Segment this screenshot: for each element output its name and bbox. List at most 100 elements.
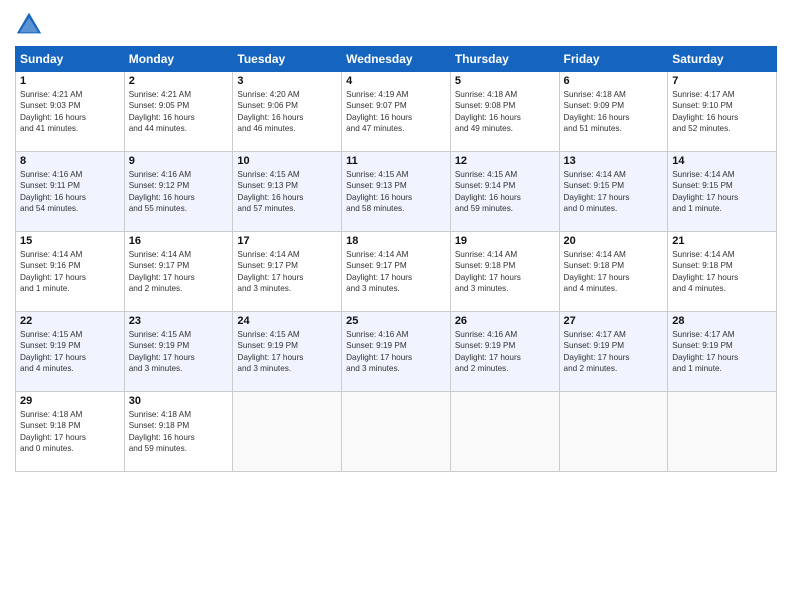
logo-icon [15, 10, 43, 38]
calendar-cell: 15Sunrise: 4:14 AM Sunset: 9:16 PM Dayli… [16, 232, 125, 312]
calendar-cell: 27Sunrise: 4:17 AM Sunset: 9:19 PM Dayli… [559, 312, 668, 392]
day-number: 10 [237, 155, 337, 167]
weekday-header-saturday: Saturday [668, 47, 777, 72]
cell-text: Sunrise: 4:15 AM Sunset: 9:19 PM Dayligh… [237, 329, 337, 375]
day-number: 17 [237, 235, 337, 247]
cell-text: Sunrise: 4:15 AM Sunset: 9:13 PM Dayligh… [346, 169, 446, 215]
calendar-cell: 14 Sunrise: 4:14 AM Sunset: 9:15 PM Dayli… [668, 152, 777, 232]
cell-text: Sunrise: 4:19 AM Sunset: 9:07 PM Dayligh… [346, 89, 446, 135]
cell-text: Sunrise: 4:15 AM Sunset: 9:13 PM Dayligh… [237, 169, 337, 215]
cell-text: Sunrise: 4:21 AM Sunset: 9:05 PM Dayligh… [129, 89, 229, 135]
day-number: 4 [346, 75, 446, 87]
cell-text: Sunrise: 4:15 AM Sunset: 9:19 PM Dayligh… [20, 329, 120, 375]
day-number: 23 [129, 315, 229, 327]
calendar-cell: 30 Sunrise: 4:18 AM Sunset: 9:18 PM Dayli… [124, 392, 233, 472]
cell-text: Sunrise: 4:14 AM Sunset: 9:18 PM Dayligh… [672, 249, 772, 295]
cell-text: Sunrise: 4:18 AM Sunset: 9:18 PM Dayligh… [129, 409, 229, 455]
cell-text: Sunrise: 4:17 AM Sunset: 9:19 PM Dayligh… [564, 329, 664, 375]
cell-text: Sunrise: 4:18 AM Sunset: 9:08 PM Dayligh… [455, 89, 555, 135]
calendar-cell: 11Sunrise: 4:15 AM Sunset: 9:13 PM Dayli… [342, 152, 451, 232]
calendar-cell [450, 392, 559, 472]
calendar-cell: 4 Sunrise: 4:19 AM Sunset: 9:07 PM Daylig… [342, 72, 451, 152]
cell-text: Sunrise: 4:16 AM Sunset: 9:12 PM Dayligh… [129, 169, 229, 215]
calendar-cell: 25 Sunrise: 4:16 AM Sunset: 9:19 PM Dayli… [342, 312, 451, 392]
day-number: 2 [129, 75, 229, 87]
calendar-cell: 7 Sunrise: 4:17 AM Sunset: 9:10 PM Daylig… [668, 72, 777, 152]
day-number: 15 [20, 235, 120, 247]
header [15, 10, 777, 38]
cell-text: Sunrise: 4:14 AM Sunset: 9:17 PM Dayligh… [129, 249, 229, 295]
calendar-cell: 18 Sunrise: 4:14 AM Sunset: 9:17 PM Dayli… [342, 232, 451, 312]
week-row-4: 29 Sunrise: 4:18 AM Sunset: 9:18 PM Dayli… [16, 392, 777, 472]
day-number: 30 [129, 395, 229, 407]
cell-text: Sunrise: 4:16 AM Sunset: 9:19 PM Dayligh… [346, 329, 446, 375]
weekday-header-wednesday: Wednesday [342, 47, 451, 72]
day-number: 21 [672, 235, 772, 247]
day-number: 5 [455, 75, 555, 87]
day-number: 13 [564, 155, 664, 167]
day-number: 29 [20, 395, 120, 407]
cell-text: Sunrise: 4:18 AM Sunset: 9:18 PM Dayligh… [20, 409, 120, 455]
calendar-table: SundayMondayTuesdayWednesdayThursdayFrid… [15, 46, 777, 472]
weekday-header-sunday: Sunday [16, 47, 125, 72]
calendar-cell: 9Sunrise: 4:16 AM Sunset: 9:12 PM Daylig… [124, 152, 233, 232]
calendar-cell: 12Sunrise: 4:15 AM Sunset: 9:14 PM Dayli… [450, 152, 559, 232]
day-number: 18 [346, 235, 446, 247]
week-row-1: 8 Sunrise: 4:16 AM Sunset: 9:11 PM Daylig… [16, 152, 777, 232]
calendar-cell [559, 392, 668, 472]
weekday-header-row: SundayMondayTuesdayWednesdayThursdayFrid… [16, 47, 777, 72]
day-number: 28 [672, 315, 772, 327]
week-row-0: 1 Sunrise: 4:21 AM Sunset: 9:03 PM Daylig… [16, 72, 777, 152]
cell-text: Sunrise: 4:14 AM Sunset: 9:18 PM Dayligh… [455, 249, 555, 295]
day-number: 7 [672, 75, 772, 87]
calendar-cell: 8 Sunrise: 4:16 AM Sunset: 9:11 PM Daylig… [16, 152, 125, 232]
day-number: 3 [237, 75, 337, 87]
calendar-cell: 22 Sunrise: 4:15 AM Sunset: 9:19 PM Dayli… [16, 312, 125, 392]
calendar-cell: 16 Sunrise: 4:14 AM Sunset: 9:17 PM Dayli… [124, 232, 233, 312]
week-row-2: 15Sunrise: 4:14 AM Sunset: 9:16 PM Dayli… [16, 232, 777, 312]
week-row-3: 22 Sunrise: 4:15 AM Sunset: 9:19 PM Dayli… [16, 312, 777, 392]
calendar-cell: 23 Sunrise: 4:15 AM Sunset: 9:19 PM Dayli… [124, 312, 233, 392]
day-number: 1 [20, 75, 120, 87]
cell-text: Sunrise: 4:17 AM Sunset: 9:19 PM Dayligh… [672, 329, 772, 375]
cell-text: Sunrise: 4:14 AM Sunset: 9:17 PM Dayligh… [346, 249, 446, 295]
cell-text: Sunrise: 4:14 AM Sunset: 9:17 PM Dayligh… [237, 249, 337, 295]
cell-text: Sunrise: 4:20 AM Sunset: 9:06 PM Dayligh… [237, 89, 337, 135]
calendar-cell: 29 Sunrise: 4:18 AM Sunset: 9:18 PM Dayli… [16, 392, 125, 472]
calendar-cell: 26Sunrise: 4:16 AM Sunset: 9:19 PM Dayli… [450, 312, 559, 392]
cell-text: Sunrise: 4:18 AM Sunset: 9:09 PM Dayligh… [564, 89, 664, 135]
calendar-cell: 13Sunrise: 4:14 AM Sunset: 9:15 PM Dayli… [559, 152, 668, 232]
day-number: 16 [129, 235, 229, 247]
calendar-cell [233, 392, 342, 472]
calendar-cell [342, 392, 451, 472]
calendar-cell: 5 Sunrise: 4:18 AM Sunset: 9:08 PM Daylig… [450, 72, 559, 152]
calendar-cell: 3 Sunrise: 4:20 AM Sunset: 9:06 PM Daylig… [233, 72, 342, 152]
day-number: 19 [455, 235, 555, 247]
day-number: 8 [20, 155, 120, 167]
day-number: 25 [346, 315, 446, 327]
page: SundayMondayTuesdayWednesdayThursdayFrid… [0, 0, 792, 612]
day-number: 22 [20, 315, 120, 327]
weekday-header-friday: Friday [559, 47, 668, 72]
calendar-cell: 24 Sunrise: 4:15 AM Sunset: 9:19 PM Dayli… [233, 312, 342, 392]
day-number: 20 [564, 235, 664, 247]
calendar-cell: 28 Sunrise: 4:17 AM Sunset: 9:19 PM Dayli… [668, 312, 777, 392]
calendar-cell: 2 Sunrise: 4:21 AM Sunset: 9:05 PM Daylig… [124, 72, 233, 152]
cell-text: Sunrise: 4:16 AM Sunset: 9:19 PM Dayligh… [455, 329, 555, 375]
calendar-cell [668, 392, 777, 472]
calendar-cell: 1 Sunrise: 4:21 AM Sunset: 9:03 PM Daylig… [16, 72, 125, 152]
calendar-cell: 6Sunrise: 4:18 AM Sunset: 9:09 PM Daylig… [559, 72, 668, 152]
cell-text: Sunrise: 4:14 AM Sunset: 9:15 PM Dayligh… [672, 169, 772, 215]
weekday-header-tuesday: Tuesday [233, 47, 342, 72]
cell-text: Sunrise: 4:16 AM Sunset: 9:11 PM Dayligh… [20, 169, 120, 215]
day-number: 14 [672, 155, 772, 167]
cell-text: Sunrise: 4:14 AM Sunset: 9:18 PM Dayligh… [564, 249, 664, 295]
calendar-cell: 19 Sunrise: 4:14 AM Sunset: 9:18 PM Dayli… [450, 232, 559, 312]
cell-text: Sunrise: 4:15 AM Sunset: 9:14 PM Dayligh… [455, 169, 555, 215]
cell-text: Sunrise: 4:15 AM Sunset: 9:19 PM Dayligh… [129, 329, 229, 375]
logo [15, 10, 47, 38]
day-number: 24 [237, 315, 337, 327]
calendar-cell: 20 Sunrise: 4:14 AM Sunset: 9:18 PM Dayli… [559, 232, 668, 312]
cell-text: Sunrise: 4:17 AM Sunset: 9:10 PM Dayligh… [672, 89, 772, 135]
cell-text: Sunrise: 4:21 AM Sunset: 9:03 PM Dayligh… [20, 89, 120, 135]
